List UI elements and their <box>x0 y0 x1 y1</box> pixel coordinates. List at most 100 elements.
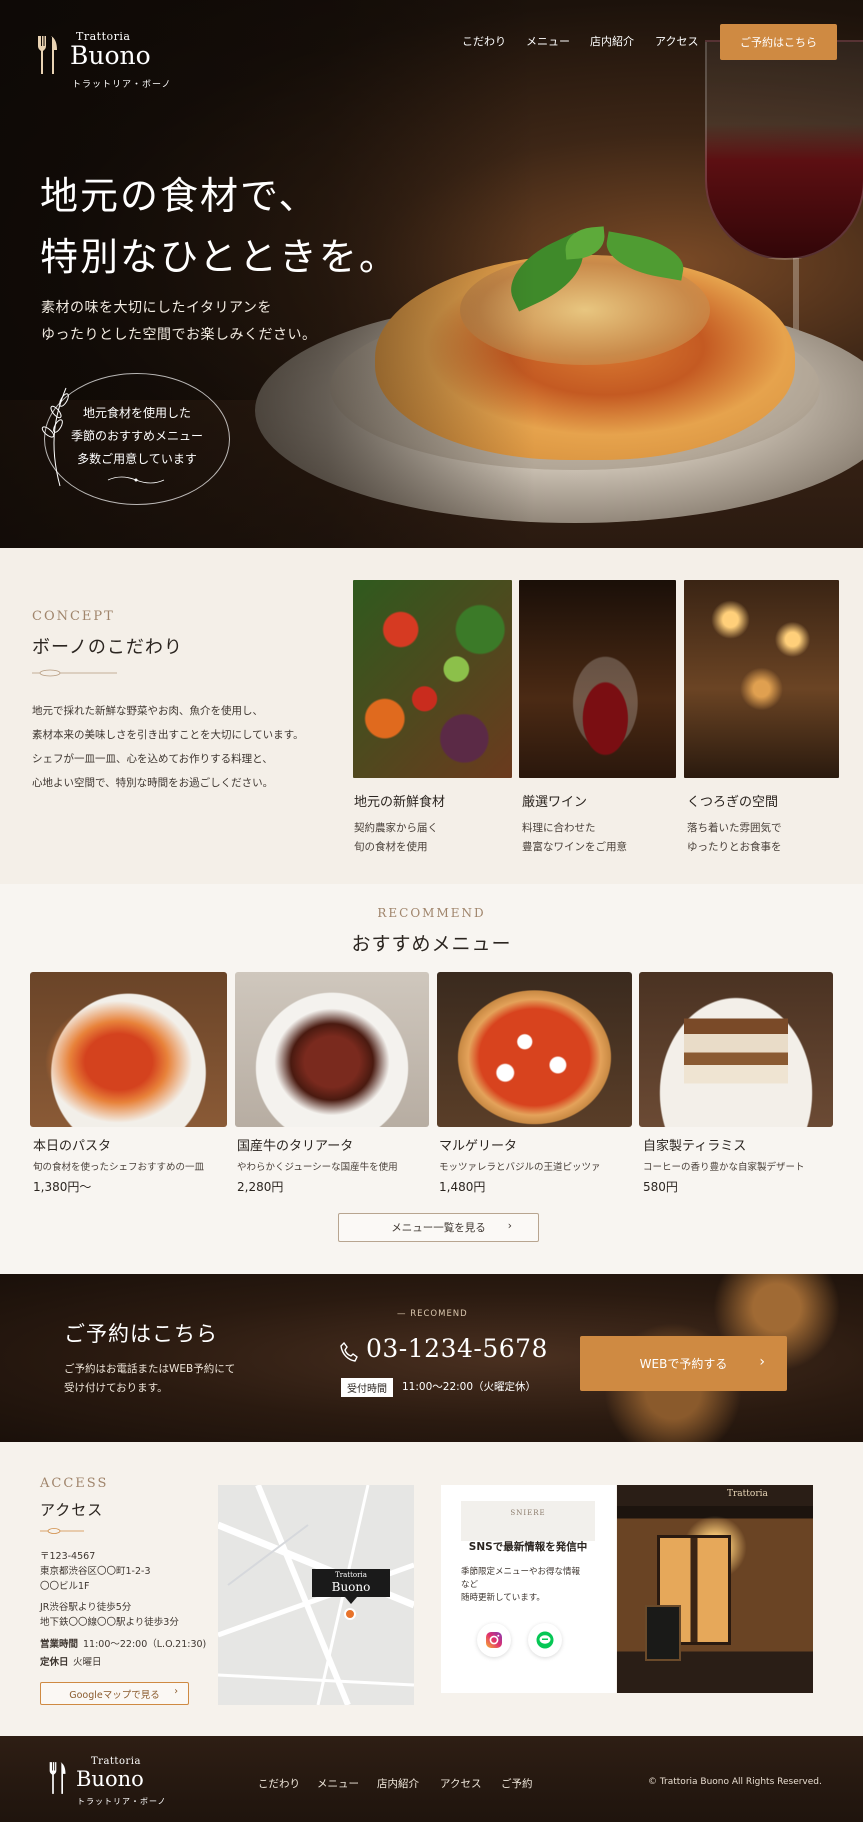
phone-icon <box>340 1342 358 1362</box>
menu-item-price: 1,380円〜 <box>33 1180 92 1194</box>
google-map-button[interactable]: Googleマップで見る › <box>40 1682 189 1705</box>
reservation-section: ご予約はこちら ご予約はお電話またはWEB予約にて 受け付けております。 — R… <box>0 1274 863 1442</box>
logo-kana: トラットリア・ボーノ <box>72 80 172 90</box>
menu-list-button[interactable]: メニュー一覧を見る › <box>338 1213 539 1242</box>
reservation-eyebrow: — RECOMEND <box>397 1309 468 1319</box>
concept-body-line: 素材本来の美味しさを引き出すことを大切にしています。 <box>32 729 304 741</box>
menu-item-desc: やわらかくジューシーな国産牛を使用 <box>237 1162 398 1173</box>
concept-body-line: 地元で採れた新鮮な野菜やお肉、魚介を使用し、 <box>32 705 263 717</box>
line-icon[interactable] <box>528 1623 562 1657</box>
divider-ornament-icon <box>40 1528 84 1534</box>
map-marker-icon <box>344 1608 356 1620</box>
reservation-hours: 11:00〜22:00（火曜定休） <box>402 1381 537 1393</box>
recommend-section: RECOMMEND おすすめメニュー 本日のパスタ 旬の食材を使ったシェフおすす… <box>0 884 863 1274</box>
map-pin-name: Buono <box>331 1580 371 1594</box>
concept-card-title: くつろぎの空間 <box>687 795 779 810</box>
chevron-right-icon: › <box>759 1354 765 1370</box>
access-eyebrow: ACCESS <box>40 1476 109 1491</box>
vegetables-photo <box>353 580 512 778</box>
concept-card-line: 旬の食材を使用 <box>354 841 428 853</box>
address-line: 〒123-4567 <box>40 1551 96 1562</box>
sns-body-line: など <box>461 1580 479 1590</box>
map[interactable]: Trattoria Buono <box>218 1485 414 1705</box>
copyright: © Trattoria Buono All Rights Reserved. <box>648 1777 822 1787</box>
hero-title-line2: 特別なひとときを。 <box>40 235 399 279</box>
concept-card-line: 契約農家から届く <box>354 822 438 834</box>
nav-item-menu[interactable]: メニュー <box>526 33 570 49</box>
storefront-sign: Trattoria <box>727 1489 768 1499</box>
hours-value: 11:00〜22:00（L.O.21:30) <box>83 1639 207 1650</box>
footer-nav-kodawari[interactable]: こだわり <box>258 1776 300 1791</box>
sns-body-line: 季節限定メニューやお得な情報 <box>461 1567 581 1577</box>
wine-photo <box>519 580 676 778</box>
menu-photo-margherita[interactable] <box>437 972 632 1127</box>
phone-number[interactable]: 03-1234-5678 <box>366 1334 548 1363</box>
menu-item-price: 2,280円 <box>237 1180 284 1194</box>
sns-body-line: 随時更新しています。 <box>461 1593 545 1603</box>
sns-card: SNIERE SNSで最新情報を発信中 季節限定メニューやお得な情報 など 随時… <box>441 1485 616 1693</box>
menu-item-name[interactable]: 本日のパスタ <box>33 1135 111 1154</box>
sns-title: SNSで最新情報を発信中 <box>468 1541 588 1553</box>
access-title: アクセス <box>40 1501 104 1519</box>
transit-line: 地下鉄〇〇線〇〇駅より徒歩3分 <box>40 1617 179 1628</box>
hero-title-line1: 地元の食材で、 <box>40 174 319 218</box>
menu-item-name[interactable]: 自家製ティラミス <box>643 1135 746 1154</box>
map-pin-small: Trattoria <box>335 1571 367 1579</box>
hero-section: Trattoria Buono トラットリア・ボーノ こだわり メニュー 店内紹… <box>0 0 863 548</box>
concept-card-line: ゆったりとお食事を <box>687 841 782 853</box>
cutlery-icon <box>38 36 57 74</box>
closed-label: 定休日 <box>40 1657 69 1668</box>
menu-item-desc: コーヒーの香り豊かな自家製デザート <box>643 1162 805 1173</box>
menu-photo-pasta[interactable] <box>30 972 227 1127</box>
concept-card-title: 厳選ワイン <box>522 795 588 810</box>
menu-item-desc: 旬の食材を使ったシェフおすすめの一皿 <box>33 1162 205 1173</box>
reservation-text-line1: ご予約はお電話またはWEB予約にて <box>64 1363 236 1375</box>
concept-card-line: 豊富なワインをご用意 <box>522 841 627 853</box>
closed-value: 火曜日 <box>73 1657 102 1668</box>
footer-nav-interior[interactable]: 店内紹介 <box>377 1776 419 1791</box>
recommend-title: おすすめメニュー <box>351 933 512 955</box>
menu-list-button-label: メニュー一覧を見る <box>391 1222 486 1234</box>
web-reserve-button[interactable]: WEBで予約する › <box>580 1336 787 1391</box>
hours-label: 営業時間 <box>40 1639 79 1650</box>
concept-title: ボーノのこだわり <box>32 637 183 658</box>
instagram-icon[interactable] <box>477 1623 511 1657</box>
footer-nav-menu[interactable]: メニュー <box>317 1776 359 1791</box>
divider-ornament-icon <box>32 669 117 677</box>
menu-photo-tiramisu[interactable] <box>639 972 833 1127</box>
footer: Trattoria Buono トラットリア・ボーノ こだわり メニュー 店内紹… <box>0 1736 863 1822</box>
concept-section: CONCEPT ボーノのこだわり 地元で採れた新鮮な野菜やお肉、魚介を使用し、 … <box>0 548 863 884</box>
nav-item-access[interactable]: アクセス <box>655 33 698 49</box>
nav-item-interior[interactable]: 店内紹介 <box>590 33 634 49</box>
concept-eyebrow: CONCEPT <box>32 609 115 624</box>
cutlery-icon <box>49 1762 66 1794</box>
menu-item-name[interactable]: 国産牛のタリアータ <box>237 1135 353 1154</box>
footer-logo-name: Buono <box>76 1767 144 1791</box>
footer-nav-reserve[interactable]: ご予約 <box>501 1776 533 1791</box>
google-map-button-label: Googleマップで見る <box>69 1689 160 1701</box>
footer-logo-kana: トラットリア・ボーノ <box>77 1797 167 1806</box>
badge-line2: 季節のおすすめメニュー <box>70 429 203 443</box>
badge-line1: 地元食材を使用した <box>82 406 191 420</box>
menu-item-price: 580円 <box>643 1180 678 1194</box>
menu-item-price: 1,480円 <box>439 1180 486 1194</box>
hero-subtitle-line1: 素材の味を大切にしたイタリアンを <box>41 300 272 316</box>
storefront-photo: Trattoria <box>617 1485 813 1693</box>
menu-item-name[interactable]: マルゲリータ <box>439 1135 517 1154</box>
address-line: 東京都渋谷区〇〇町1-2-3 <box>40 1566 151 1577</box>
menu-photo-tagliata[interactable] <box>235 972 429 1127</box>
footer-nav-access[interactable]: アクセス <box>440 1776 481 1791</box>
footer-logo-small: Trattoria <box>91 1756 141 1767</box>
reserve-button[interactable]: ご予約はこちら <box>720 24 837 60</box>
hours-badge: 受付時間 <box>341 1378 393 1397</box>
concept-card-line: 料理に合わせた <box>522 822 596 834</box>
web-reserve-label: WEBで予約する <box>639 1357 728 1371</box>
logo-name: Buono <box>70 41 151 70</box>
reservation-text-line2: 受け付けております。 <box>64 1382 168 1394</box>
chevron-right-icon: › <box>507 1220 512 1232</box>
concept-card-title: 地元の新鮮食材 <box>354 795 446 810</box>
concept-body-line: 心地よい空間で、特別な時間をお過ごしください。 <box>32 777 274 789</box>
nav-item-kodawari[interactable]: こだわり <box>462 33 506 49</box>
recommend-eyebrow: RECOMMEND <box>377 906 486 920</box>
menu-item-desc: モッツァレラとバジルの王道ピッツァ <box>439 1162 601 1173</box>
